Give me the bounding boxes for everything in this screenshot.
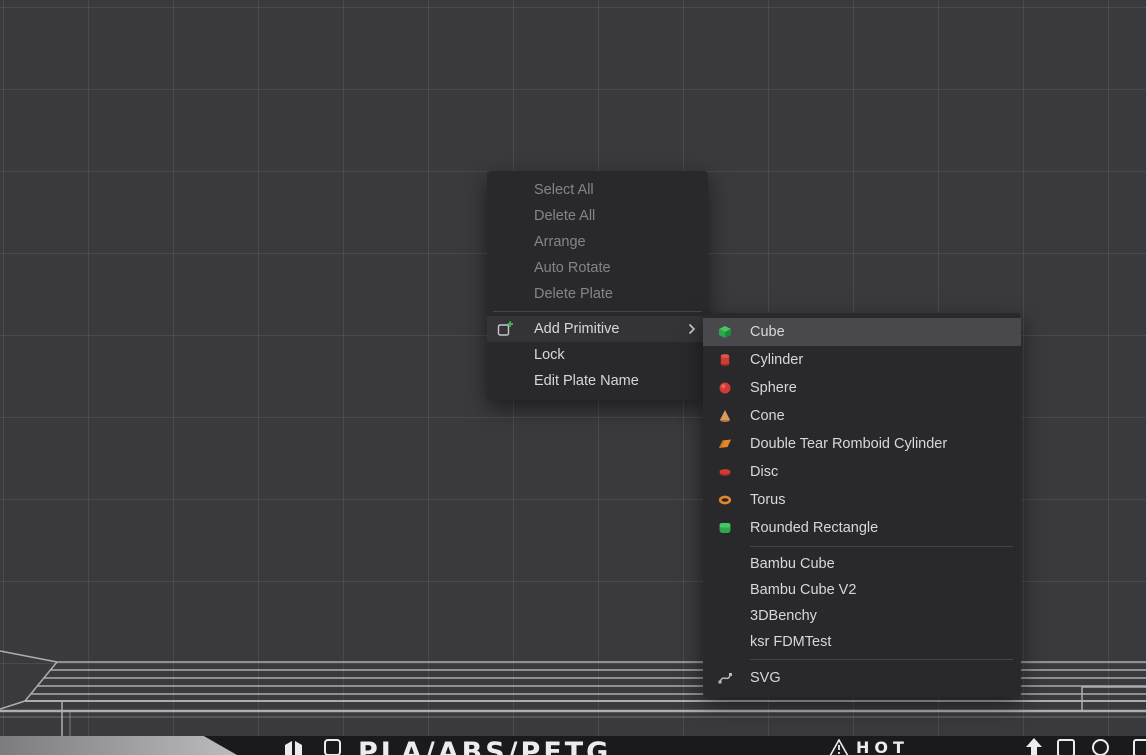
submenu-item-label: Cube — [750, 324, 785, 340]
submenu-item-label: ksr FDMTest — [750, 634, 831, 650]
submenu-item-ksr-fdmtest[interactable]: ksr FDMTest — [703, 629, 1021, 655]
menu-item-label: Edit Plate Name — [534, 373, 639, 389]
arrow-up-icon — [1025, 738, 1043, 755]
menu-item-edit-plate-name[interactable]: Edit Plate Name — [487, 368, 708, 394]
rounded-rectangle-icon — [718, 521, 732, 535]
submenu-item-label: Bambu Cube V2 — [750, 582, 856, 598]
submenu-item-label: Rounded Rectangle — [750, 520, 878, 536]
menu-item-label: Delete Plate — [534, 286, 613, 302]
cone-icon — [718, 409, 732, 423]
submenu-item-label: Torus — [750, 492, 785, 508]
cube-icon — [718, 325, 732, 339]
submenu-item-label: 3DBenchy — [750, 608, 817, 624]
submenu-item-label: Cylinder — [750, 352, 803, 368]
submenu-item-disc[interactable]: Disc — [703, 458, 1021, 486]
menu-item-add-primitive[interactable]: Add Primitive — [487, 316, 708, 342]
submenu-separator — [750, 659, 1013, 660]
sphere-icon — [718, 381, 732, 395]
menu-item-select-all[interactable]: Select All — [487, 177, 708, 203]
submenu-item-cube[interactable]: Cube — [703, 318, 1021, 346]
menu-item-lock[interactable]: Lock — [487, 342, 708, 368]
menu-item-delete-plate[interactable]: Delete Plate — [487, 281, 708, 307]
cylinder-icon — [718, 353, 732, 367]
submenu-item-label: Sphere — [750, 380, 797, 396]
hot-warning-icon — [829, 739, 849, 755]
submenu-item-label: Disc — [750, 464, 778, 480]
plate-corner-cut — [0, 736, 237, 755]
plate-type-label: PLA/ABS/PETG — [358, 737, 611, 755]
chevron-right-icon — [688, 323, 696, 335]
submenu-item-label: Cone — [750, 408, 785, 424]
submenu-item-label: Bambu Cube — [750, 556, 835, 572]
partial-marker-icon — [1133, 739, 1146, 755]
submenu-item-sphere[interactable]: Sphere — [703, 374, 1021, 402]
submenu-item-label: Double Tear Romboid Cylinder — [750, 436, 947, 452]
submenu-item-cone[interactable]: Cone — [703, 402, 1021, 430]
3d-viewport[interactable]: PLA/ABS/PETG HOT Select All Delete All A… — [0, 0, 1146, 755]
disc-icon — [718, 465, 732, 479]
svg-curve-icon — [718, 671, 732, 685]
menu-item-label: Lock — [534, 347, 565, 363]
torus-icon — [718, 493, 732, 507]
hot-label: HOT — [856, 738, 909, 755]
menu-item-label: Arrange — [534, 234, 586, 250]
submenu-item-bambu-cube[interactable]: Bambu Cube — [703, 551, 1021, 577]
menu-item-delete-all[interactable]: Delete All — [487, 203, 708, 229]
menu-item-arrange[interactable]: Arrange — [487, 229, 708, 255]
submenu-item-label: SVG — [750, 670, 781, 686]
menu-item-label: Auto Rotate — [534, 260, 611, 276]
plate-context-menu: Select All Delete All Arrange Auto Rotat… — [487, 171, 708, 400]
plate-badge-icon — [324, 739, 341, 755]
submenu-item-double-tear-romboid-cylinder[interactable]: Double Tear Romboid Cylinder — [703, 430, 1021, 458]
menu-separator — [493, 311, 702, 312]
plate-front-label-bar: PLA/ABS/PETG HOT — [0, 736, 1146, 755]
double-tear-romboid-cylinder-icon — [718, 437, 732, 451]
submenu-item-3dbenchy[interactable]: 3DBenchy — [703, 603, 1021, 629]
add-primitive-icon — [497, 321, 514, 338]
submenu-item-cylinder[interactable]: Cylinder — [703, 346, 1021, 374]
menu-item-label: Delete All — [534, 208, 595, 224]
menu-item-label: Select All — [534, 182, 594, 198]
bambu-logo-icon — [283, 739, 305, 755]
add-primitive-submenu: Cube Cylinder Sphere Cone — [703, 313, 1021, 697]
submenu-item-svg[interactable]: SVG — [703, 664, 1021, 692]
menu-item-label: Add Primitive — [534, 321, 619, 337]
menu-item-auto-rotate[interactable]: Auto Rotate — [487, 255, 708, 281]
submenu-item-torus[interactable]: Torus — [703, 486, 1021, 514]
submenu-item-rounded-rectangle[interactable]: Rounded Rectangle — [703, 514, 1021, 542]
submenu-item-bambu-cube-v2[interactable]: Bambu Cube V2 — [703, 577, 1021, 603]
square-marker-icon — [1057, 739, 1075, 755]
submenu-separator — [750, 546, 1013, 547]
circle-marker-icon — [1092, 739, 1109, 755]
